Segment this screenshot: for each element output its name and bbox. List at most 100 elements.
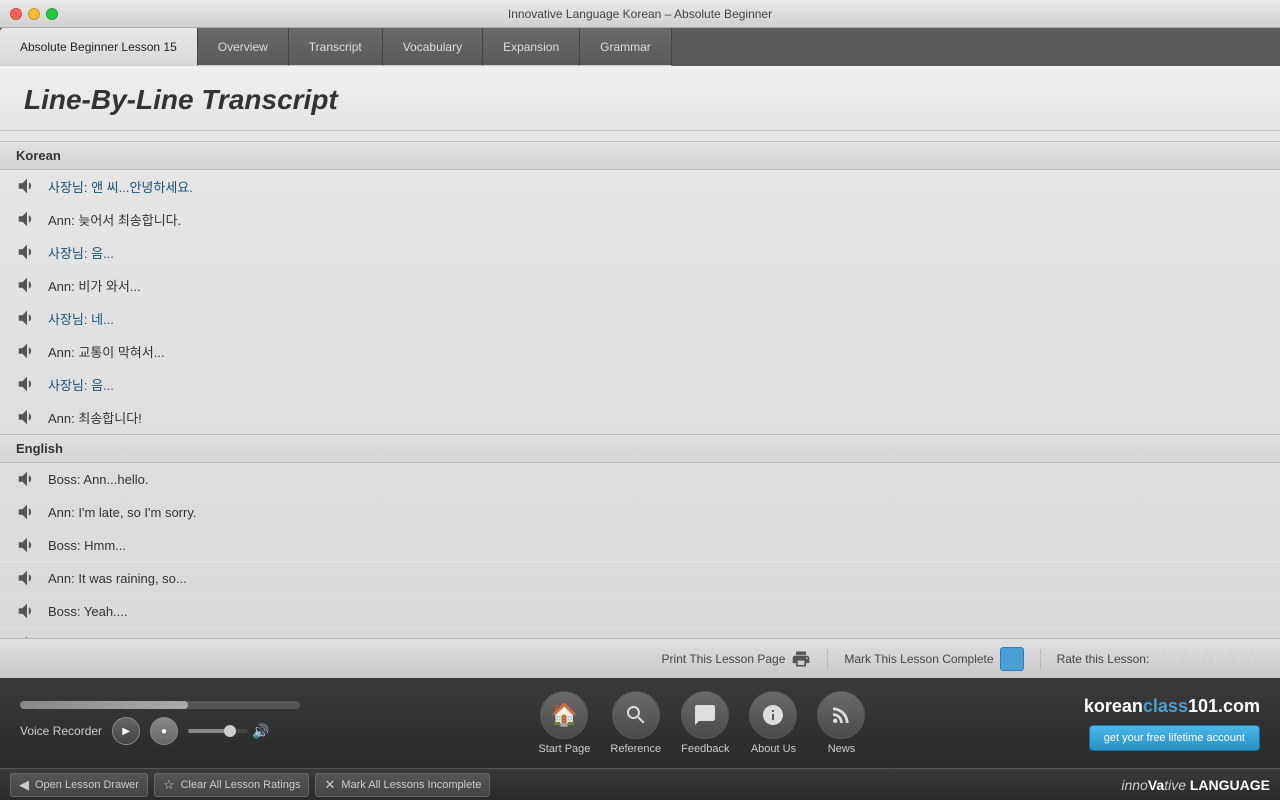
nav-reference[interactable]: Reference [610,691,661,755]
nav-about-us[interactable]: About Us [749,691,797,755]
audio-icon-k5[interactable] [16,307,38,329]
korean-line-5: 사장님: 네... [0,302,1280,335]
star-5[interactable]: ☆ [1244,648,1260,669]
korean-line-6-text: Ann: 교통이 막혀서... [48,342,165,361]
drawer-icon: ◀ [19,777,29,793]
english-line-2-text: Ann: I'm late, so I'm sorry. [48,505,196,520]
bottom-nav: Voice Recorder ▶ ● 🔊 🏠 Start Page [0,678,1280,768]
tab-expansion[interactable]: Expansion [483,28,580,66]
action-bar: Print This Lesson Page Mark This Lesson … [0,638,1280,678]
korean-line-7-text: 사장님: 음... [48,375,114,394]
cta-button[interactable]: get your free lifetime account [1089,725,1260,751]
english-line-5-text: Boss: Yeah.... [48,604,128,619]
volume-slider[interactable]: 🔊 [188,723,269,740]
audio-icon-e6[interactable] [16,633,38,638]
korean-line-2: Ann: 늦어서 최송합니다. [0,203,1280,236]
record-button[interactable]: ● [150,717,178,745]
voice-recorder: Voice Recorder ▶ ● 🔊 [20,701,320,745]
mark-incomplete-button[interactable]: ✕ Mark All Lessons Incomplete [315,773,490,797]
window-title: Innovative Language Korean – Absolute Be… [508,7,772,21]
footer-bar: ◀ Open Lesson Drawer ☆ Clear All Lesson … [0,768,1280,800]
content-area: Line-By-Line Transcript Korean 사장님: 앤 씨.… [0,66,1280,678]
nav-news[interactable]: News [817,691,865,755]
audio-icon-e5[interactable] [16,600,38,622]
open-lesson-drawer-button[interactable]: ◀ Open Lesson Drawer [10,773,148,797]
rating-area: Rate this Lesson: ☆ ☆ ☆ ☆ ☆ [1057,648,1260,669]
audio-progress-fill [20,701,188,709]
audio-icon-k2[interactable] [16,208,38,230]
audio-icon-e3[interactable] [16,534,38,556]
feedback-label: Feedback [681,743,729,755]
star-1[interactable]: ☆ [1155,648,1171,669]
app-container: Absolute Beginner Lesson 15 Overview Tra… [0,28,1280,800]
english-line-2: Ann: I'm late, so I'm sorry. [0,496,1280,529]
rate-label: Rate this Lesson: [1057,652,1150,666]
tab-vocabulary[interactable]: Vocabulary [383,28,483,66]
english-section-header: English [0,434,1280,463]
about-us-icon [749,691,797,739]
english-line-6: Ann: There was traffic, so... [0,628,1280,638]
audio-icon-k6[interactable] [16,340,38,362]
window-controls [10,8,58,20]
nav-start-page[interactable]: 🏠 Start Page [538,691,590,755]
korean-line-5-text: 사장님: 네... [48,309,114,328]
tab-transcript[interactable]: Transcript [289,28,383,66]
korean-line-4-text: Ann: 비가 와서... [48,276,141,295]
korean-section-header: Korean [0,141,1280,170]
korean-line-8-text: Ann: 최송합니다! [48,408,142,427]
audio-icon-k7[interactable] [16,373,38,395]
reference-icon [612,691,660,739]
english-line-1-text: Boss: Ann...hello. [48,472,148,487]
complete-label: Mark This Lesson Complete [844,652,993,666]
logo-area: koreanclass101.com get your free lifetim… [1084,696,1260,751]
page-title: Line-By-Line Transcript [0,66,1280,131]
recorder-controls: Voice Recorder ▶ ● 🔊 [20,717,320,745]
star-3[interactable]: ☆ [1200,648,1216,669]
site-logo: koreanclass101.com [1084,696,1260,717]
maximize-button[interactable] [46,8,58,20]
audio-icon-e4[interactable] [16,567,38,589]
audio-icon-k3[interactable] [16,241,38,263]
audio-icon-e1[interactable] [16,468,38,490]
korean-line-8: Ann: 최송합니다! [0,401,1280,434]
korean-line-2-text: Ann: 늦어서 최송합니다. [48,210,181,229]
x-icon: ✕ [324,777,335,793]
reference-label: Reference [610,743,661,755]
nav-icons: 🏠 Start Page Reference Feedback [320,691,1084,755]
play-button[interactable]: ▶ [112,717,140,745]
star-2[interactable]: ☆ [1177,648,1193,669]
transcript-scroll[interactable]: Korean 사장님: 앤 씨...안녕하세요. Ann: 늦어서 최송합니다.… [0,131,1280,638]
korean-line-1-text: 사장님: 앤 씨...안녕하세요. [48,177,193,196]
audio-icon-k8[interactable] [16,406,38,428]
audio-icon-e2[interactable] [16,501,38,523]
close-button[interactable] [10,8,22,20]
clear-ratings-button[interactable]: ☆ Clear All Lesson Ratings [154,773,310,797]
korean-line-6: Ann: 교통이 막혀서... [0,335,1280,368]
nav-feedback[interactable]: Feedback [681,691,729,755]
feedback-icon [681,691,729,739]
start-page-icon: 🏠 [540,691,588,739]
tab-grammar[interactable]: Grammar [580,28,672,66]
korean-line-7: 사장님: 음... [0,368,1280,401]
mark-complete-button[interactable]: Mark This Lesson Complete [844,647,1023,671]
drawer-label: Open Lesson Drawer [35,779,139,791]
korean-line-3: 사장님: 음... [0,236,1280,269]
print-lesson-button[interactable]: Print This Lesson Page [662,649,812,669]
audio-icon-k4[interactable] [16,274,38,296]
korean-line-3-text: 사장님: 음... [48,243,114,262]
ratings-label: Clear All Lesson Ratings [181,779,301,791]
about-us-label: About Us [751,743,796,755]
tab-lesson[interactable]: Absolute Beginner Lesson 15 [0,28,198,66]
voice-recorder-label: Voice Recorder [20,724,102,738]
star-4[interactable]: ☆ [1222,648,1238,669]
news-icon [817,691,865,739]
audio-progress-bar[interactable] [20,701,300,709]
complete-checkbox[interactable] [1000,647,1024,671]
audio-icon-k1[interactable] [16,175,38,197]
minimize-button[interactable] [28,8,40,20]
english-line-4: Ann: It was raining, so... [0,562,1280,595]
english-line-1: Boss: Ann...hello. [0,463,1280,496]
tab-overview[interactable]: Overview [198,28,289,66]
english-line-3: Boss: Hmm... [0,529,1280,562]
korean-line-1: 사장님: 앤 씨...안녕하세요. [0,170,1280,203]
